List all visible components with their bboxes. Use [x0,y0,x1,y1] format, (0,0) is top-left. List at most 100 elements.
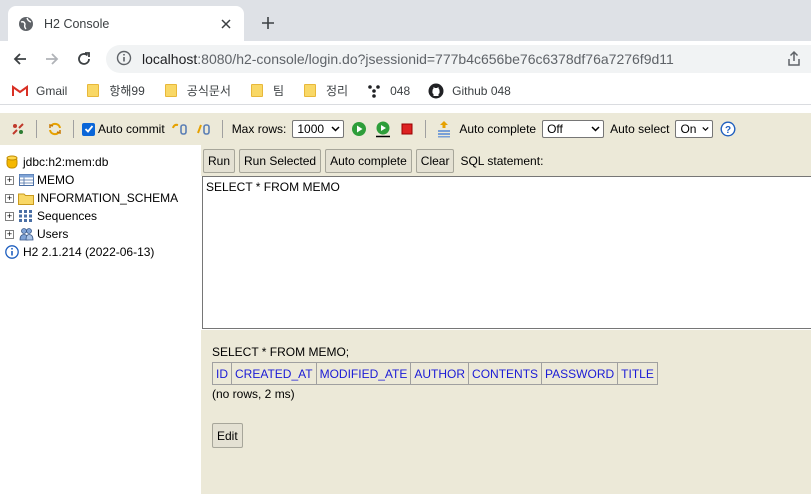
tree-version: H2 2.1.214 (2022-06-13) [0,243,201,261]
column-header[interactable]: ID [212,362,232,385]
connection-label: jdbc:h2:mem:db [23,155,109,169]
auto-complete-value: Off [547,122,563,136]
column-header[interactable]: AUTHOR [410,362,470,385]
bookmarks-bar: Gmail 항해99 공식문서 팀 정리 048 Github 048 [0,77,811,105]
sql-editor[interactable]: SELECT * FROM MEMO [202,176,811,329]
toolbar-divider [73,120,74,138]
column-header[interactable]: MODIFIED_ATE [315,362,412,385]
svg-text:?: ? [725,125,731,136]
bookmark-label: 항해99 [109,84,145,98]
tree-item-users[interactable]: + Users [0,225,201,243]
gmail-icon [12,83,28,99]
bookmark-048[interactable]: 048 [366,83,410,99]
new-tab-icon[interactable] [258,13,278,33]
toolbar-divider [221,120,223,138]
bookmark-label: Github 048 [452,83,511,98]
column-header[interactable]: CREATED_AT [231,362,317,385]
expand-icon[interactable]: + [5,193,14,203]
bookmark-label: 정리 [326,84,349,98]
url-path: :8080/h2-console/login.do?jsessionid=777… [197,51,674,67]
run-selected-button[interactable]: Run Selected [239,148,322,173]
tree-connection[interactable]: jdbc:h2:mem:db [0,153,201,171]
result-table: ID CREATED_AT MODIFIED_ATE AUTHOR CONTEN… [212,362,658,385]
url-host: localhost [142,51,198,67]
toolbar-divider [425,120,427,138]
bookmark-folder[interactable]: 항해99 [85,82,145,99]
auto-commit-label: Auto commit [98,122,165,136]
back-arrow-icon[interactable] [10,49,30,69]
browser-tab-strip: H2 Console [0,0,811,41]
tree-item-label: Sequences [37,209,98,223]
stop-icon[interactable] [398,120,416,138]
auto-select-value: On [680,122,697,136]
info-icon[interactable] [116,50,132,69]
run-icon[interactable] [350,120,368,138]
query-button-bar: Run Run Selected Auto complete Clear SQL… [201,145,811,176]
max-rows-select[interactable]: 1000 [292,120,345,138]
rollback-icon[interactable] [171,120,189,138]
share-icon[interactable] [785,50,803,68]
max-rows-value: 1000 [297,122,325,136]
users-icon [18,226,34,242]
edit-button[interactable]: Edit [212,423,243,448]
close-tab-icon[interactable] [218,16,234,32]
reload-icon[interactable] [74,49,94,69]
result-info: (no rows, 2 ms) [212,387,295,401]
chevron-down-icon [591,126,600,132]
database-icon [4,154,20,170]
folder-icon [85,83,101,99]
refresh-icon[interactable] [46,120,64,138]
h2-toolbar: Auto commit Max rows: 1000 Auto complete… [0,113,811,145]
commit-icon[interactable] [195,120,213,138]
forward-arrow-icon[interactable] [42,49,62,69]
run-selected-icon[interactable] [374,120,392,138]
max-rows-label: Max rows: [231,122,287,136]
expand-icon[interactable]: + [5,229,14,239]
auto-complete-label: Auto complete [459,122,537,136]
info-icon [4,244,20,260]
toolbar-divider [36,120,37,138]
column-header[interactable]: TITLE [617,362,658,385]
tree-item-label: MEMO [37,173,75,187]
bookmark-gmail[interactable]: Gmail [12,83,67,99]
sequences-icon [18,208,34,224]
table-header-row: ID CREATED_AT MODIFIED_ATE AUTHOR CONTEN… [212,362,658,385]
folder-icon [163,83,179,99]
tree-item-sequences[interactable]: + Sequences [0,207,201,225]
folder-icon [18,190,34,206]
sql-statement-label: SQL statement: [460,153,544,168]
bookmark-github[interactable]: Github 048 [428,83,511,99]
chevron-down-icon [702,127,710,131]
auto-complete-button[interactable]: Auto complete [325,148,412,173]
tree-item-memo[interactable]: + MEMO [0,171,201,189]
history-icon[interactable] [435,120,453,138]
disconnect-icon[interactable] [9,120,27,138]
bookmark-folder[interactable]: 공식문서 [163,82,231,99]
help-icon[interactable]: ? [719,120,737,138]
tree-item-information-schema[interactable]: + INFORMATION_SCHEMA [0,189,201,207]
column-header[interactable]: PASSWORD [541,362,619,385]
chevron-down-icon [331,126,340,132]
folder-icon [249,83,265,99]
auto-commit-checkbox[interactable] [82,122,95,136]
expand-icon[interactable]: + [5,211,14,221]
github-icon [428,83,444,99]
bookmark-label: 팀 [272,84,284,98]
folder-icon [302,83,318,99]
tree-item-label: Users [37,227,69,241]
clear-button[interactable]: Clear [415,148,455,173]
globe-icon [18,16,34,32]
git-branch-icon [366,83,382,99]
auto-select-select[interactable]: On [675,120,714,138]
expand-icon[interactable]: + [5,175,14,185]
result-statement: SELECT * FROM MEMO; [212,345,350,359]
address-bar-row: localhost:8080/h2-console/login.do?jsess… [0,41,811,77]
bookmark-folder[interactable]: 정리 [302,82,348,99]
result-panel: SELECT * FROM MEMO; ID CREATED_AT MODIFI… [201,330,811,494]
column-header[interactable]: CONTENTS [468,362,543,385]
auto-complete-select[interactable]: Off [542,120,605,138]
run-button[interactable]: Run [203,148,236,173]
bookmark-folder[interactable]: 팀 [249,82,284,99]
url-field[interactable]: localhost:8080/h2-console/login.do?jsess… [106,45,811,73]
browser-tab[interactable]: H2 Console [8,6,244,41]
